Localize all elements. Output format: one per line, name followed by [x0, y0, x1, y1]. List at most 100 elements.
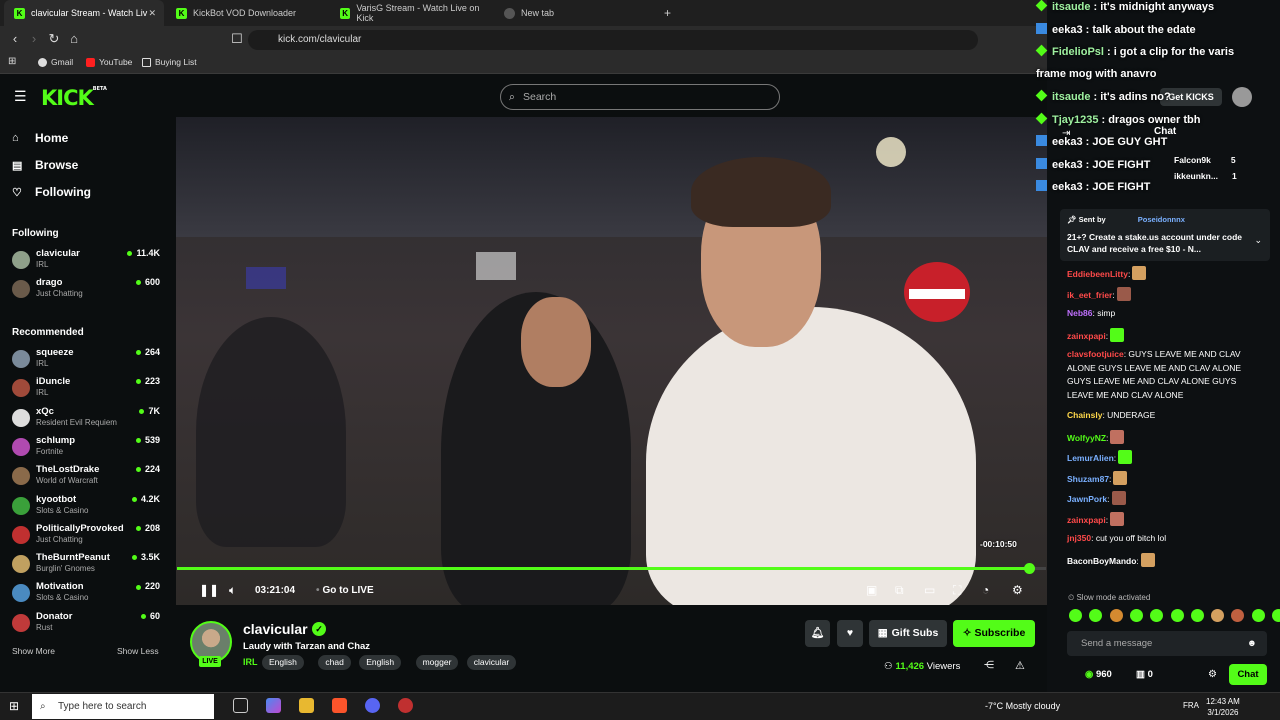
back-icon[interactable]: ‹: [7, 31, 23, 46]
miniplayer-icon[interactable]: ▣: [866, 583, 877, 597]
quick-emote-icon[interactable]: [1069, 609, 1082, 622]
task-view-icon[interactable]: [233, 698, 248, 713]
points-balance[interactable]: ▥ 0: [1136, 669, 1153, 680]
close-icon[interactable]: ✕: [148, 8, 156, 19]
chat-username[interactable]: JawnPork: [1067, 494, 1107, 504]
channel-item-drago[interactable]: drago Just Chatting 600: [12, 277, 160, 305]
chat-username[interactable]: Neb86: [1067, 308, 1093, 318]
quick-emote-icon[interactable]: [1170, 609, 1184, 622]
quick-emote-icon[interactable]: [1129, 609, 1143, 622]
browser-tab[interactable]: K KickBot VOD Downloader: [166, 0, 326, 26]
report-icon[interactable]: ⚠: [1015, 659, 1025, 672]
language-indicator[interactable]: FRA: [1183, 701, 1199, 710]
reload-icon[interactable]: ↻: [46, 31, 62, 47]
chat-message-input[interactable]: Send a message ☻: [1067, 631, 1267, 656]
chat-username[interactable]: BaconBoyMando: [1067, 556, 1136, 566]
chat-username[interactable]: EddiebeenLitty: [1067, 269, 1128, 279]
stream-category[interactable]: IRL: [243, 657, 258, 667]
channel-item-motivation[interactable]: Motivation Slots & Casino 220: [12, 581, 160, 609]
subscribe-button[interactable]: ✧ Subscribe: [953, 620, 1035, 647]
channel-item-clavicular[interactable]: clavicular IRL 11.4K: [12, 248, 160, 276]
channel-name[interactable]: clavicular: [243, 621, 308, 637]
emoji-icon[interactable]: ☻: [1247, 631, 1257, 656]
chevron-down-icon[interactable]: ⌄: [1254, 235, 1262, 246]
clip-icon[interactable]: ⧉: [895, 583, 904, 598]
bookmark-youtube[interactable]: YouTube: [86, 57, 132, 67]
stream-tag[interactable]: English: [359, 655, 402, 670]
copilot-icon[interactable]: [266, 698, 281, 713]
weather-widget[interactable]: -7°C Mostly cloudy: [985, 701, 1060, 711]
bookmark-icon[interactable]: ☐: [229, 31, 245, 47]
channel-item-schlump[interactable]: schlump Fortnite 539: [12, 435, 160, 463]
gift-subs-button[interactable]: ▦ Gift Subs: [869, 620, 947, 647]
quick-emote-icon[interactable]: [1272, 609, 1280, 622]
video-player[interactable]: [176, 117, 1047, 605]
chat-username[interactable]: Shuzam87: [1067, 474, 1109, 484]
stream-tag[interactable]: chad: [318, 655, 351, 670]
go-to-live-button[interactable]: • Go to LIVE: [316, 585, 374, 596]
channel-item-theburntpeanut[interactable]: TheBurntPeanut Burglin' Gnomes 3.5K: [12, 552, 160, 580]
chat-username[interactable]: Chainsly: [1067, 410, 1102, 420]
chat-username[interactable]: clavsfootjuice: [1067, 349, 1124, 359]
user-avatar[interactable]: [1232, 87, 1252, 107]
browser-tab[interactable]: K clavicular Stream - Watch Liv ✕: [4, 0, 164, 26]
seek-bar[interactable]: [177, 563, 1046, 574]
stream-tag[interactable]: English: [262, 655, 304, 670]
channel-item-politicallyprovoked[interactable]: PoliticallyProvoked Just Chatting 208: [12, 523, 160, 551]
follow-heart-icon[interactable]: ♥: [837, 620, 863, 647]
sidebar-item-home[interactable]: ⌂ Home: [12, 131, 68, 145]
speed-icon[interactable]: ◔: [982, 583, 989, 597]
search-input[interactable]: ⌕ Search: [500, 84, 780, 110]
quick-emote-icon[interactable]: [1251, 609, 1265, 622]
chat-username[interactable]: zainxpapi: [1067, 331, 1106, 341]
bookmark-buying-list[interactable]: Buying List: [142, 57, 197, 67]
menu-icon[interactable]: ☰: [14, 88, 27, 105]
chat-username[interactable]: zainxpapi: [1067, 515, 1106, 525]
new-tab-icon[interactable]: +: [664, 6, 671, 20]
fullscreen-icon[interactable]: ⛶: [953, 583, 961, 598]
quick-emote-icon[interactable]: [1190, 609, 1204, 622]
seek-handle[interactable]: [1023, 563, 1035, 574]
apps-grid-icon[interactable]: ⊞: [8, 56, 16, 67]
pause-icon[interactable]: ❚❚: [199, 583, 219, 597]
chat-username[interactable]: ik_eet_frier: [1067, 290, 1112, 300]
browser-tab[interactable]: K VarisG Stream - Watch Live on Kick: [330, 0, 490, 26]
forward-icon[interactable]: ›: [26, 31, 42, 46]
channel-item-iduncle[interactable]: iDuncle IRL 223: [12, 376, 160, 404]
chat-settings-gear-icon[interactable]: ⚙: [1208, 669, 1217, 680]
volume-icon[interactable]: 🔈︎: [229, 583, 236, 598]
windows-start-icon[interactable]: ⊞: [9, 699, 19, 713]
bookmark-gmail[interactable]: Gmail: [38, 57, 73, 67]
channel-item-xqc[interactable]: xQc Resident Evil Requiem 7K: [12, 406, 160, 434]
show-more-button[interactable]: Show More: [12, 646, 55, 656]
file-explorer-icon[interactable]: [299, 698, 314, 713]
chat-send-button[interactable]: Chat: [1229, 664, 1267, 685]
channel-item-donator[interactable]: Donator Rust 60: [12, 611, 160, 639]
chat-username[interactable]: jnj350: [1067, 533, 1091, 543]
share-icon[interactable]: ⋲: [984, 660, 994, 671]
notification-bell-icon[interactable]: 🔔︎: [805, 620, 830, 647]
sidebar-item-browse[interactable]: ▤ Browse: [12, 158, 78, 172]
kick-logo[interactable]: KICKBETA: [41, 86, 107, 110]
channel-item-kyootbot[interactable]: kyootbot Slots & Casino 4.2K: [12, 494, 160, 522]
taskbar-search-input[interactable]: ⌕ Type here to search: [32, 694, 214, 719]
sidebar-item-following[interactable]: ♡ Following: [12, 185, 91, 199]
browser-tab[interactable]: New tab: [494, 0, 654, 26]
chat-username[interactable]: LemurAlien: [1067, 453, 1114, 463]
chat-username[interactable]: WolfyyNZ: [1067, 433, 1106, 443]
discord-icon[interactable]: [365, 698, 380, 713]
channel-item-thelostdrake[interactable]: TheLostDrake World of Warcraft 224: [12, 464, 160, 492]
settings-gear-icon[interactable]: ⚙: [1012, 583, 1023, 597]
quick-emote-icon[interactable]: [1211, 609, 1225, 622]
brave-browser-icon[interactable]: [332, 698, 347, 713]
system-clock[interactable]: 12:43 AM 3/1/2026: [1206, 696, 1240, 718]
home-icon[interactable]: ⌂: [66, 31, 82, 46]
theater-mode-icon[interactable]: ▭: [924, 583, 935, 597]
channel-item-squeeze[interactable]: squeeze IRL 264: [12, 347, 160, 375]
stream-tag[interactable]: clavicular: [466, 655, 517, 670]
quick-emote-icon[interactable]: [1109, 609, 1123, 622]
obs-icon[interactable]: [398, 698, 413, 713]
kicks-balance[interactable]: ◉ 960: [1085, 669, 1112, 680]
stream-tag[interactable]: mogger: [415, 655, 459, 670]
show-less-button[interactable]: Show Less: [117, 646, 159, 656]
